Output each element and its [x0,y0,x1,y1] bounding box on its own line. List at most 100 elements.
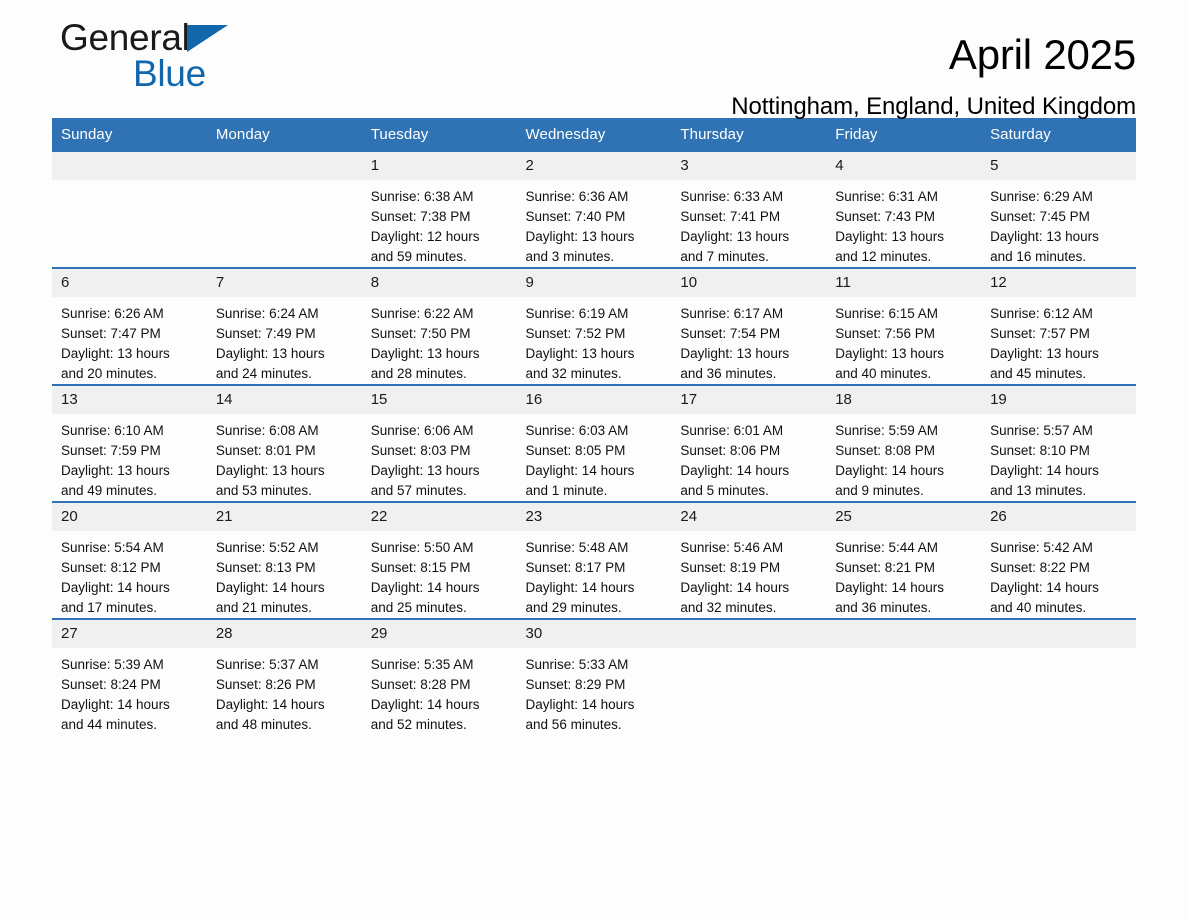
day-number [52,152,207,180]
calendar-day-cell[interactable]: 15 Sunrise: 6:06 AM Sunset: 8:03 PM Dayligh… [361,384,517,502]
calendar-day-cell[interactable]: 18 Sunrise: 5:59 AM Sunset: 8:08 PM Dayligh… [826,384,982,502]
day-number: 19 [981,386,1136,414]
day-detail-line: Sunrise: 5:33 AM [525,657,629,672]
day-detail-line: Sunrise: 5:54 AM [61,540,164,555]
day-detail-line: Sunrise: 5:46 AM [680,540,784,555]
calendar-day-cell-empty [981,618,1136,735]
day-detail-line: Sunrise: 6:38 AM [370,189,474,204]
weekday-header-saturday: Saturday [981,118,1136,152]
weekday-header-monday: Monday [206,118,362,152]
day-detail-line: Daylight: 13 hours [215,346,325,361]
calendar-day-cell[interactable]: 11 Sunrise: 6:15 AM Sunset: 7:56 PM Dayligh… [826,267,982,385]
day-detail-line: Sunrise: 5:59 AM [835,423,939,438]
general-blue-logo[interactable]: General Blue [60,16,380,102]
calendar-day-cell[interactable]: 6 Sunrise: 6:26 AM Sunset: 7:47 PM Daylight… [52,267,207,385]
calendar-day-cell[interactable]: 5 Sunrise: 6:29 AM Sunset: 7:45 PM Daylight… [981,152,1136,268]
calendar-day-cell[interactable]: 2 Sunrise: 6:36 AM Sunset: 7:40 PM Daylight… [516,152,672,268]
day-detail-line: Daylight: 13 hours [61,346,170,361]
day-detail-line: Sunset: 8:03 PM [370,443,471,458]
day-detail-line: Daylight: 13 hours [990,229,1099,244]
day-detail-line: Daylight: 14 hours [61,697,170,712]
day-detail-line: and 56 minutes. [525,717,622,732]
day-detail-line: Sunrise: 5:39 AM [61,657,164,672]
day-number: 24 [671,503,827,531]
day-detail-line: and 25 minutes. [370,600,467,615]
day-detail-line: Sunset: 8:28 PM [370,677,471,692]
logo-text-general: General [60,17,190,58]
calendar-day-cell[interactable]: 17 Sunrise: 6:01 AM Sunset: 8:06 PM Dayligh… [671,384,827,502]
page-header: General Blue April 2025 Nottingham, Engl… [52,0,1136,120]
calendar-day-cell[interactable]: 23 Sunrise: 5:48 AM Sunset: 8:17 PM Dayligh… [516,501,672,619]
calendar-day-cell[interactable]: 21 Sunrise: 5:52 AM Sunset: 8:13 PM Dayligh… [206,501,362,619]
day-detail-line: Daylight: 13 hours [215,463,325,478]
day-detail-line: and 40 minutes. [990,600,1087,615]
day-detail-line: Sunrise: 6:03 AM [525,423,629,438]
day-detail-line: Daylight: 12 hours [370,229,480,244]
calendar-day-cell[interactable]: 1 Sunrise: 6:38 AM Sunset: 7:38 PM Daylight… [361,152,517,268]
day-number: 7 [206,269,362,297]
day-detail-line: Sunset: 7:54 PM [680,326,781,341]
day-detail-line: Sunset: 7:40 PM [525,209,626,224]
day-detail-line: Daylight: 14 hours [525,580,635,595]
day-detail-line: Sunrise: 5:44 AM [835,540,939,555]
calendar-day-cell[interactable]: 19 Sunrise: 5:57 AM Sunset: 8:10 PM Dayligh… [981,384,1136,502]
day-details: Sunrise: 5:39 AM Sunset: 8:24 PM Daylight:… [52,648,207,735]
calendar-day-cell[interactable]: 3 Sunrise: 6:33 AM Sunset: 7:41 PM Daylight… [671,152,827,268]
calendar-week-row: 13 Sunrise: 6:10 AM Sunset: 7:59 PM Dayligh… [52,384,1136,502]
day-number [826,620,982,648]
calendar-day-cell[interactable]: 13 Sunrise: 6:10 AM Sunset: 7:59 PM Dayligh… [52,384,207,502]
day-detail-line: Daylight: 14 hours [990,580,1099,595]
calendar-day-cell[interactable]: 9 Sunrise: 6:19 AM Sunset: 7:52 PM Daylight… [516,267,672,385]
calendar-day-cell[interactable]: 8 Sunrise: 6:22 AM Sunset: 7:50 PM Daylight… [361,267,517,385]
calendar-week-row: 1 Sunrise: 6:38 AM Sunset: 7:38 PM Daylight… [52,152,1136,268]
day-details: Sunrise: 6:17 AM Sunset: 7:54 PM Daylight:… [671,297,826,384]
calendar-body: 1 Sunrise: 6:38 AM Sunset: 7:38 PM Daylight… [52,152,1136,735]
day-number: 8 [361,269,517,297]
calendar-day-cell[interactable]: 20 Sunrise: 5:54 AM Sunset: 8:12 PM Dayligh… [52,501,207,619]
day-detail-line: and 3 minutes. [525,249,615,264]
day-details: Sunrise: 6:08 AM Sunset: 8:01 PM Daylight:… [207,414,362,501]
day-details: Sunrise: 6:01 AM Sunset: 8:06 PM Daylight:… [671,414,826,501]
day-detail-line: Sunset: 7:38 PM [370,209,471,224]
calendar-day-cell[interactable]: 4 Sunrise: 6:31 AM Sunset: 7:43 PM Daylight… [826,152,982,268]
day-number: 14 [206,386,362,414]
day-detail-line: and 45 minutes. [990,366,1087,381]
calendar-day-cell[interactable]: 28 Sunrise: 5:37 AM Sunset: 8:26 PM Dayligh… [206,618,362,735]
calendar-day-cell[interactable]: 27 Sunrise: 5:39 AM Sunset: 8:24 PM Dayligh… [52,618,207,735]
sunrise-sunset-calendar: Sunday Monday Tuesday Wednesday Thursday… [52,118,1136,735]
day-detail-line: Sunset: 8:21 PM [835,560,936,575]
calendar-day-cell[interactable]: 7 Sunrise: 6:24 AM Sunset: 7:49 PM Daylight… [206,267,362,385]
calendar-day-cell[interactable]: 22 Sunrise: 5:50 AM Sunset: 8:15 PM Dayligh… [361,501,517,619]
calendar-day-cell[interactable]: 16 Sunrise: 6:03 AM Sunset: 8:05 PM Dayligh… [516,384,672,502]
calendar-day-cell[interactable]: 24 Sunrise: 5:46 AM Sunset: 8:19 PM Dayligh… [671,501,827,619]
calendar-week-row: 20 Sunrise: 5:54 AM Sunset: 8:12 PM Dayligh… [52,501,1136,619]
calendar-day-cell[interactable]: 30 Sunrise: 5:33 AM Sunset: 8:29 PM Dayligh… [516,618,672,735]
day-details: Sunrise: 6:10 AM Sunset: 7:59 PM Daylight:… [52,414,207,501]
day-detail-line: Sunrise: 5:37 AM [215,657,319,672]
day-detail-line: Sunset: 7:59 PM [61,443,161,458]
page-title: April 2025 [948,31,1136,78]
day-detail-line: Sunset: 8:06 PM [680,443,781,458]
day-detail-line: and 9 minutes. [835,483,924,498]
day-detail-line: and 36 minutes. [835,600,932,615]
day-detail-line: Sunrise: 5:35 AM [370,657,474,672]
day-details: Sunrise: 6:36 AM Sunset: 7:40 PM Daylight:… [517,180,672,267]
day-detail-line: Sunset: 7:45 PM [990,209,1090,224]
calendar-day-cell[interactable]: 25 Sunrise: 5:44 AM Sunset: 8:21 PM Dayligh… [826,501,982,619]
day-number: 2 [516,152,672,180]
day-detail-line: Sunset: 8:13 PM [215,560,316,575]
day-detail-line: and 7 minutes. [680,249,769,264]
calendar-day-cell[interactable]: 29 Sunrise: 5:35 AM Sunset: 8:28 PM Dayligh… [361,618,517,735]
calendar-day-cell[interactable]: 10 Sunrise: 6:17 AM Sunset: 7:54 PM Dayligh… [671,267,827,385]
day-detail-line: Sunset: 7:57 PM [990,326,1090,341]
day-details: Sunrise: 5:54 AM Sunset: 8:12 PM Daylight:… [52,531,207,618]
day-detail-line: Sunset: 8:24 PM [61,677,161,692]
calendar-week-row: 6 Sunrise: 6:26 AM Sunset: 7:47 PM Daylight… [52,267,1136,385]
day-detail-line: and 12 minutes. [835,249,932,264]
day-detail-line: Daylight: 14 hours [680,580,790,595]
calendar-day-cell[interactable]: 26 Sunrise: 5:42 AM Sunset: 8:22 PM Dayligh… [981,501,1136,619]
calendar-day-cell[interactable]: 12 Sunrise: 6:12 AM Sunset: 7:57 PM Dayligh… [981,267,1136,385]
calendar-day-cell[interactable]: 14 Sunrise: 6:08 AM Sunset: 8:01 PM Dayligh… [206,384,362,502]
day-detail-line: Sunrise: 6:12 AM [990,306,1093,321]
day-detail-line: and 24 minutes. [215,366,312,381]
